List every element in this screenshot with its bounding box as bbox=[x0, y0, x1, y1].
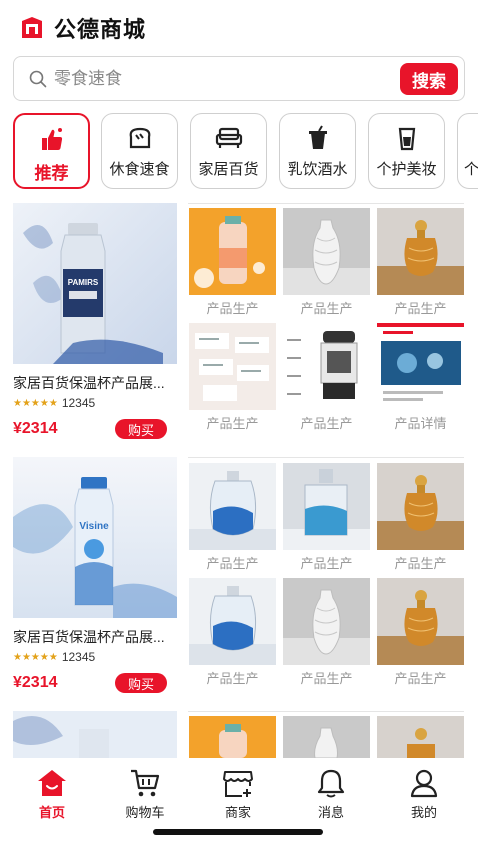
store-icon bbox=[221, 766, 255, 800]
search-icon bbox=[29, 70, 47, 87]
category-home[interactable]: 家居百货 bbox=[190, 113, 267, 189]
nav-label: 首页 bbox=[38, 805, 65, 820]
nav-label: 购物车 bbox=[125, 805, 165, 820]
thumbnail-label: 产品生产 bbox=[300, 556, 353, 571]
cart-icon bbox=[128, 766, 162, 800]
bell-icon bbox=[314, 766, 348, 800]
rating-stars: ★★★★★ bbox=[13, 651, 58, 663]
category-snacks[interactable]: 休食速食 bbox=[101, 113, 178, 189]
product-thumbnail[interactable] bbox=[189, 208, 276, 295]
product-image[interactable]: PAMIRS bbox=[13, 203, 177, 364]
category-more[interactable]: 个 bbox=[457, 113, 478, 189]
thumbnail-label: 产品生产 bbox=[394, 301, 447, 316]
product-thumbnail[interactable] bbox=[189, 463, 276, 550]
thumbnail-label: 产品生产 bbox=[394, 671, 447, 686]
home-indicator bbox=[153, 829, 323, 835]
category-drinks[interactable]: 乳饮酒水 bbox=[279, 113, 356, 189]
nav-label: 商家 bbox=[224, 805, 251, 820]
rating-count: 12345 bbox=[61, 650, 96, 664]
thumbnail-label: 产品生产 bbox=[394, 556, 447, 571]
nav-messages[interactable]: 消息 bbox=[296, 766, 366, 821]
thumbnail-label: 产品生产 bbox=[300, 416, 353, 431]
user-icon bbox=[407, 766, 441, 800]
product-brand-text: PAMIRS bbox=[68, 278, 99, 287]
category-beauty[interactable]: 个护美妆 bbox=[368, 113, 445, 189]
category-label: 推荐 bbox=[34, 164, 69, 183]
drink-cup-icon bbox=[304, 124, 332, 152]
section-divider bbox=[188, 457, 464, 458]
product-thumbnail[interactable] bbox=[189, 323, 276, 410]
product-thumbnail[interactable] bbox=[377, 463, 464, 550]
lotion-icon bbox=[393, 124, 421, 152]
section-divider bbox=[188, 711, 464, 712]
product-thumbnail[interactable] bbox=[377, 716, 464, 758]
nav-cart[interactable]: 购物车 bbox=[110, 766, 180, 821]
product-brand-text: Visine bbox=[79, 521, 109, 532]
thumbs-up-icon bbox=[38, 125, 66, 153]
category-label: 乳饮酒水 bbox=[287, 161, 348, 178]
product-price: ¥2314 bbox=[13, 420, 58, 437]
sofa-icon bbox=[215, 124, 243, 152]
product-image[interactable] bbox=[13, 711, 177, 758]
product-thumbnail[interactable] bbox=[283, 716, 370, 758]
category-label: 休食速食 bbox=[109, 161, 170, 178]
product-thumbnail[interactable] bbox=[283, 578, 370, 665]
product-thumbnail[interactable] bbox=[283, 323, 370, 410]
rating-count: 12345 bbox=[61, 396, 96, 410]
nav-label: 消息 bbox=[317, 805, 344, 820]
search-bar: 搜索 bbox=[13, 56, 465, 101]
product-thumbnail[interactable] bbox=[189, 578, 276, 665]
section-divider bbox=[188, 203, 464, 204]
category-recommend[interactable]: 推荐 bbox=[13, 113, 90, 189]
home-icon bbox=[35, 766, 69, 800]
rating-stars: ★★★★★ bbox=[13, 397, 58, 409]
product-image[interactable]: Visine bbox=[13, 457, 177, 618]
bottom-nav: 首页 购物车 商家 消息 我的 bbox=[0, 758, 478, 850]
product-thumbnail[interactable] bbox=[377, 208, 464, 295]
thumbnail-label: 产品生产 bbox=[300, 301, 353, 316]
product-thumbnail[interactable] bbox=[283, 208, 370, 295]
app-title: 公德商城 bbox=[54, 17, 147, 42]
nav-label: 我的 bbox=[410, 805, 437, 820]
buy-button[interactable]: 购买 bbox=[115, 673, 167, 693]
thumbnail-label: 产品生产 bbox=[300, 671, 353, 686]
bread-icon bbox=[126, 124, 154, 152]
product-price: ¥2314 bbox=[13, 674, 58, 691]
category-bar: 推荐 休食速食 家居百货 乳饮酒水 个护美妆 个 bbox=[13, 113, 478, 191]
product-rating: ★★★★★ 12345 bbox=[13, 396, 95, 410]
product-thumbnail[interactable] bbox=[377, 323, 464, 410]
thumbnail-label: 产品生产 bbox=[206, 556, 259, 571]
nav-profile[interactable]: 我的 bbox=[389, 766, 459, 821]
product-name[interactable]: 家居百货保温杯产品展... bbox=[13, 373, 183, 393]
product-name[interactable]: 家居百货保温杯产品展... bbox=[13, 627, 183, 647]
thumbnail-label: 产品生产 bbox=[206, 416, 259, 431]
thumbnail-label: 产品生产 bbox=[206, 671, 259, 686]
shop-logo-icon bbox=[22, 17, 42, 38]
category-label: 家居百货 bbox=[198, 161, 259, 178]
product-thumbnail[interactable] bbox=[189, 716, 276, 758]
thumbnail-label: 产品详情 bbox=[394, 416, 447, 431]
search-button[interactable]: 搜索 bbox=[400, 63, 458, 95]
buy-button[interactable]: 购买 bbox=[115, 419, 167, 439]
app-header: 公德商城 bbox=[0, 0, 478, 56]
nav-store[interactable]: 商家 bbox=[203, 766, 273, 821]
product-rating: ★★★★★ 12345 bbox=[13, 650, 95, 664]
nav-home[interactable]: 首页 bbox=[17, 766, 87, 821]
product-thumbnail[interactable] bbox=[377, 578, 464, 665]
category-label: 个 bbox=[464, 161, 478, 178]
category-label: 个护美妆 bbox=[376, 161, 437, 178]
product-thumbnail[interactable] bbox=[283, 463, 370, 550]
thumbnail-label: 产品生产 bbox=[206, 301, 259, 316]
